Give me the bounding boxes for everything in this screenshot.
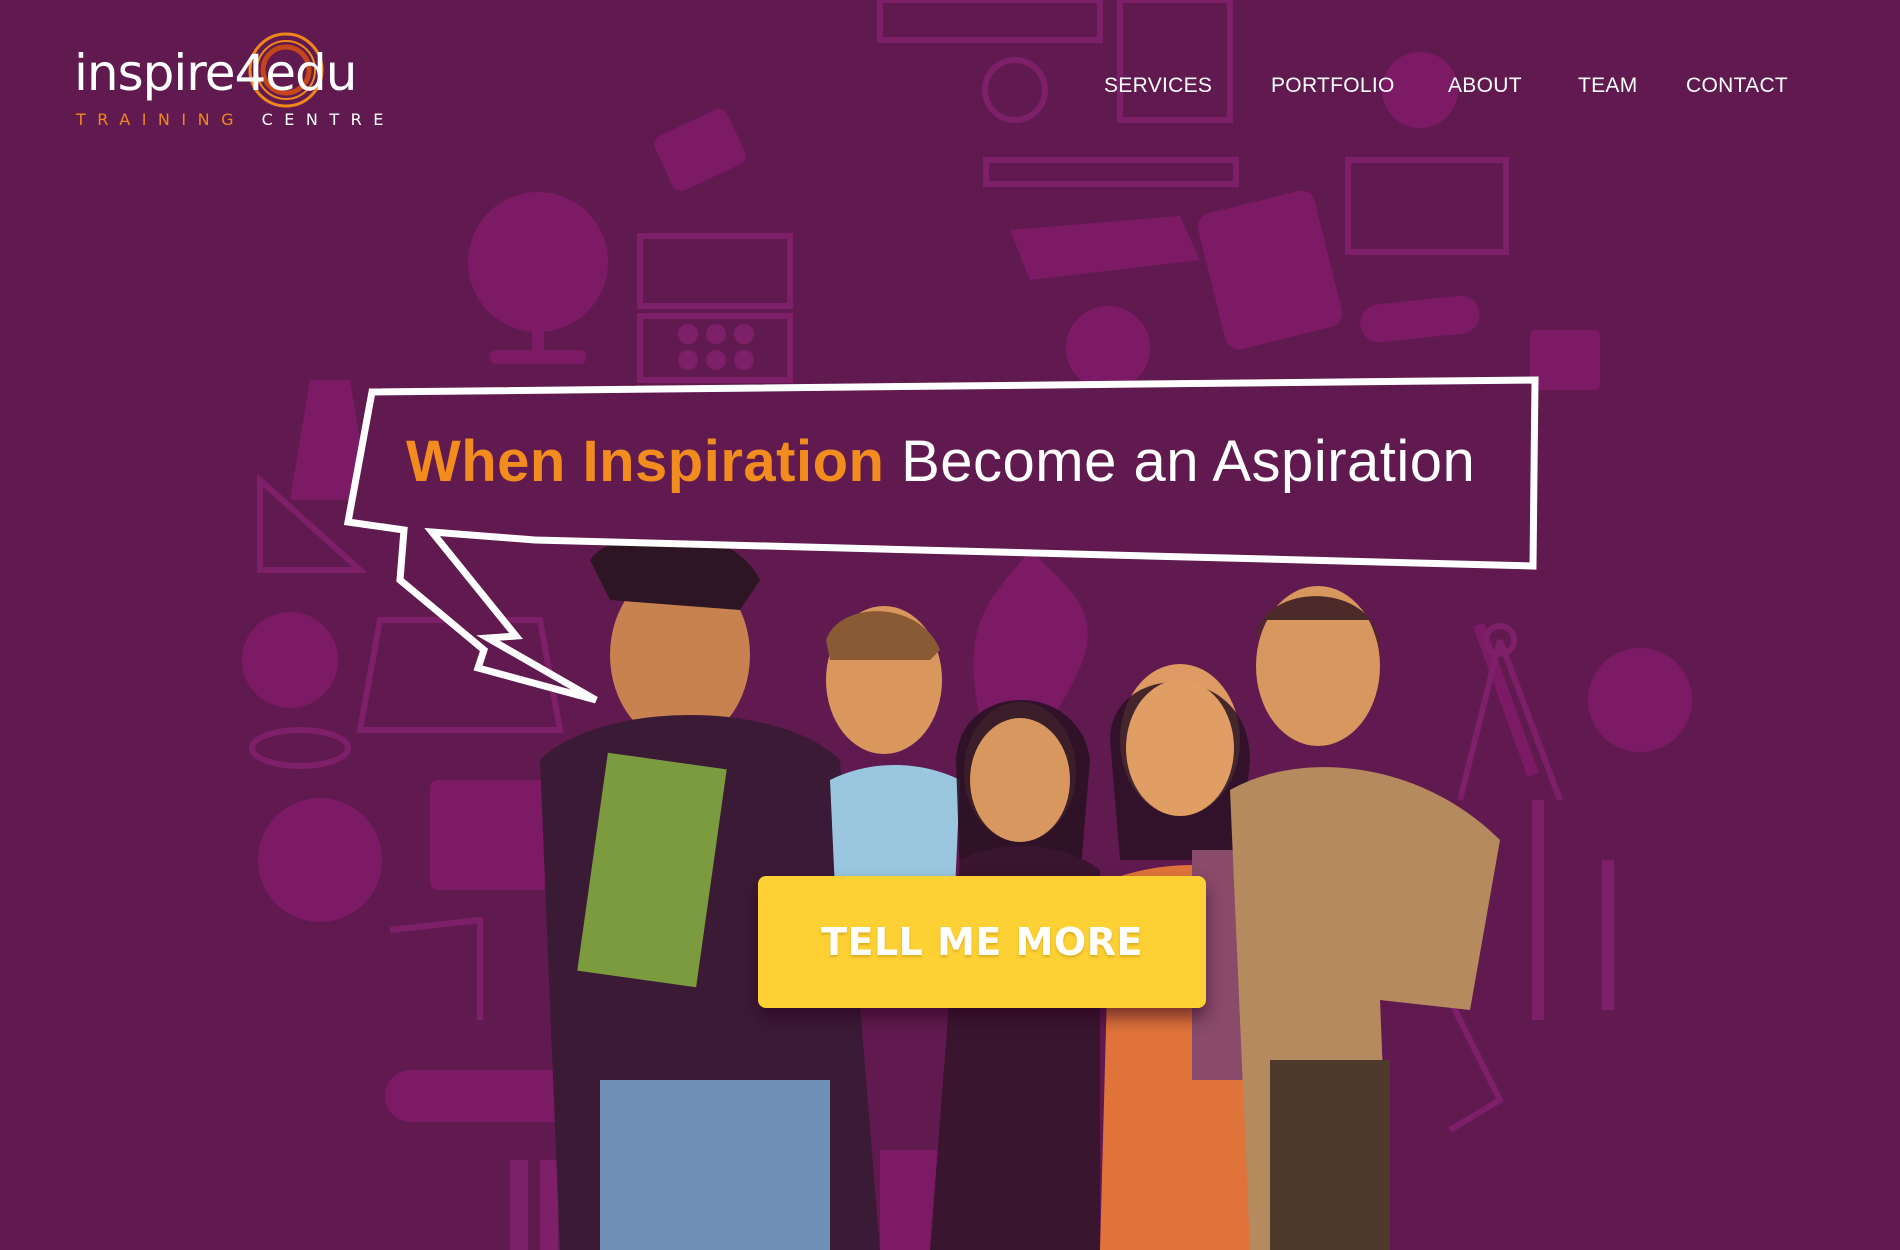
headline-highlight: When Inspiration: [406, 429, 885, 494]
headline-rest: Become an Aspiration: [901, 429, 1476, 494]
tell-me-more-button[interactable]: TELL ME MORE: [758, 876, 1206, 1008]
speech-bubble: [343, 376, 1539, 704]
hero-headline: When Inspiration Become an Aspiration: [406, 428, 1510, 495]
